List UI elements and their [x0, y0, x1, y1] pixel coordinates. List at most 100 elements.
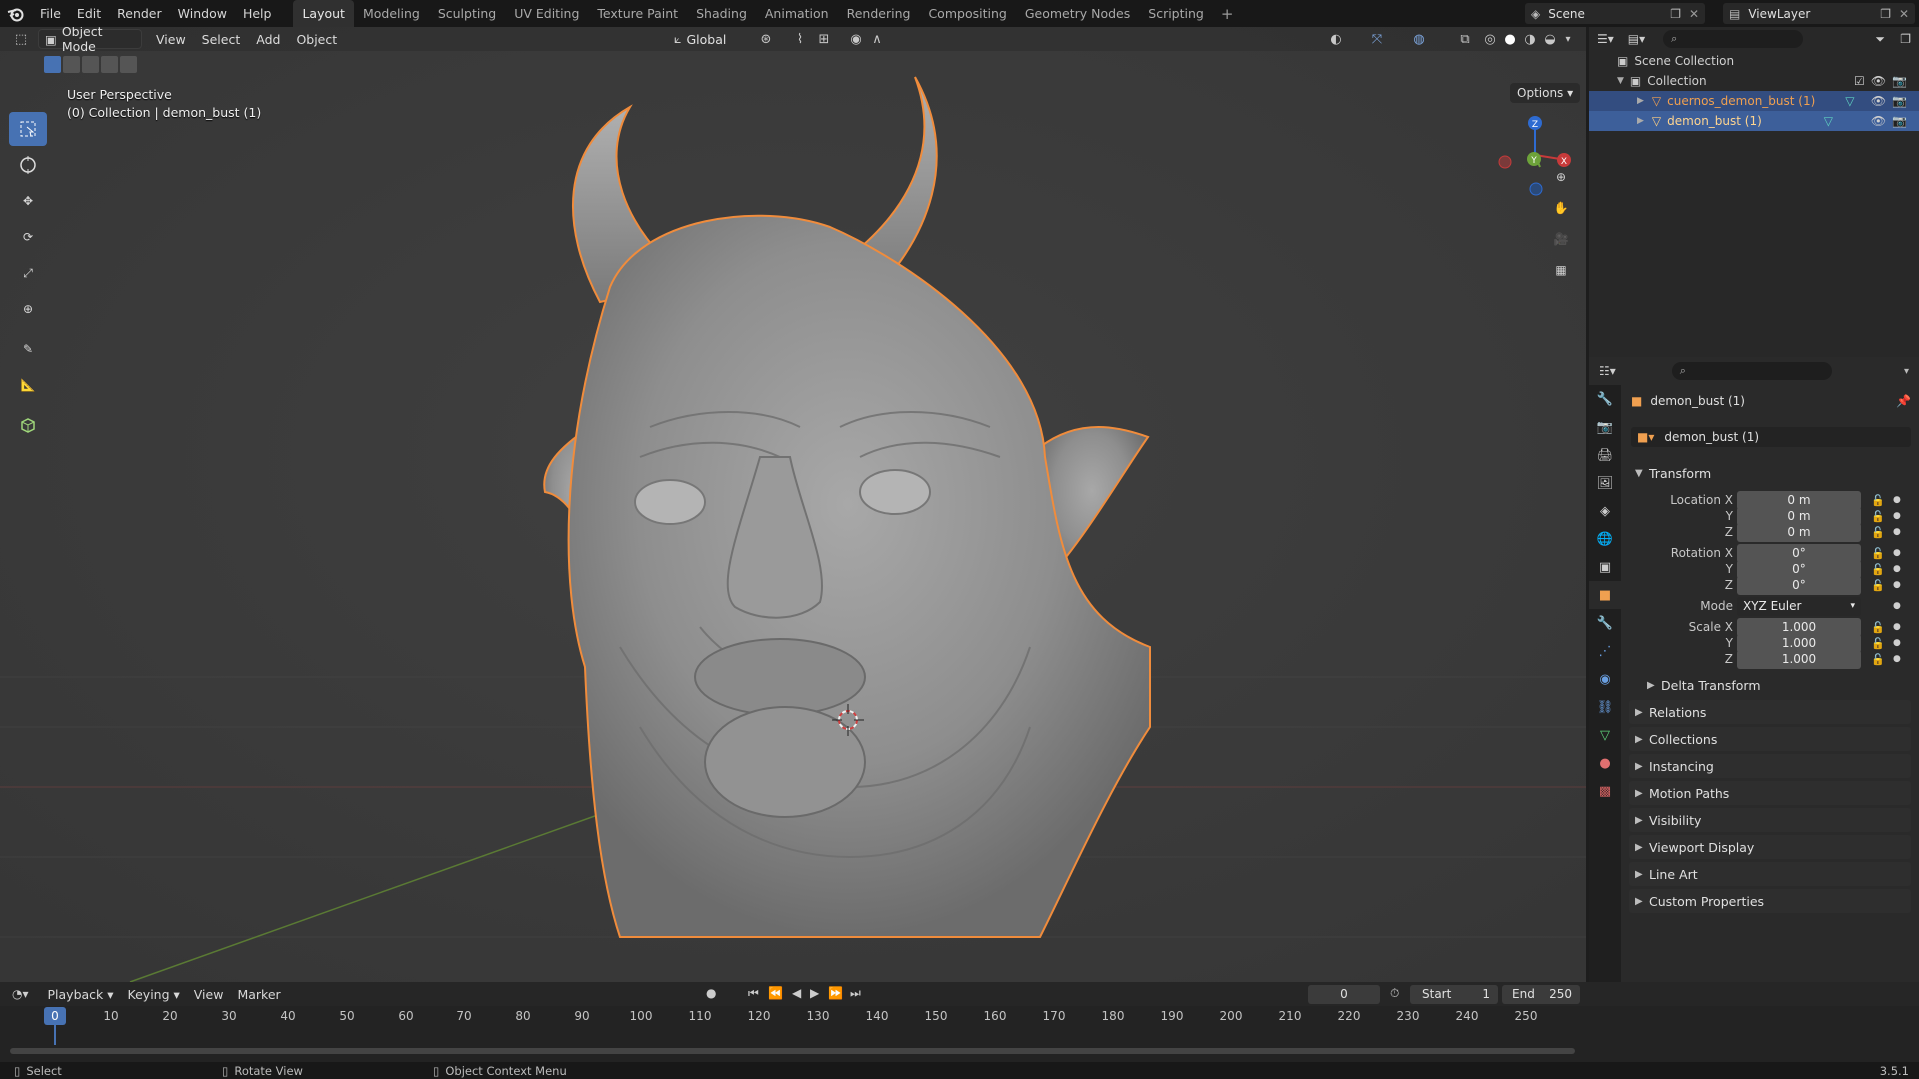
display-mode-icon[interactable]: ▤▾ — [1628, 32, 1645, 46]
cursor-tool-icon[interactable] — [9, 148, 47, 182]
blender-logo-icon[interactable] — [0, 0, 32, 27]
add-cube-tool-icon[interactable] — [9, 408, 47, 442]
add-workspace-icon[interactable]: + — [1213, 5, 1242, 23]
timeline-ruler[interactable]: 0 10 20 30 40 50 60 70 80 90 100 110 120… — [8, 1006, 1583, 1028]
particles-tab-icon[interactable]: ⋰ — [1589, 637, 1621, 665]
keyframe-dot-icon[interactable]: ● — [1893, 495, 1901, 505]
rotate-tool-icon[interactable]: ⟳ — [9, 220, 47, 254]
start-frame-field[interactable]: Start 1 — [1410, 985, 1498, 1004]
annotate-tool-icon[interactable]: ✎ — [9, 332, 47, 366]
render-tab-icon[interactable]: 📷 — [1589, 413, 1621, 441]
lock-icon[interactable]: 🔓 — [1871, 510, 1885, 523]
material-tab-icon[interactable]: ● — [1589, 749, 1621, 777]
keyframe-dot-icon[interactable]: ● — [1893, 527, 1901, 537]
keyframe-dot-icon[interactable]: ● — [1893, 580, 1901, 590]
lock-icon[interactable]: 🔓 — [1871, 526, 1885, 539]
keyframe-dot-icon[interactable]: ● — [1893, 654, 1901, 664]
record-icon[interactable]: ● — [706, 986, 716, 1000]
object-datablock-icon[interactable]: ■▾ — [1637, 430, 1654, 444]
outliner-collection[interactable]: ▼ ▣ Collection ☑ 👁 📷 — [1589, 71, 1919, 91]
select-box-tool-icon[interactable] — [9, 112, 47, 146]
scale-tool-icon[interactable]: ⤢ — [9, 256, 47, 290]
play-reverse-icon[interactable]: ◀ — [792, 986, 801, 1000]
keyframe-dot-icon[interactable]: ● — [1893, 601, 1901, 611]
next-keyframe-icon[interactable]: ⏩ — [828, 986, 843, 1000]
collection-tab-icon[interactable]: ▣ — [1589, 553, 1621, 581]
tab-rendering[interactable]: Rendering — [838, 0, 920, 27]
camera-icon[interactable]: 📷 — [1892, 74, 1907, 88]
move-tool-icon[interactable]: ✥ — [9, 184, 47, 218]
object-menu[interactable]: Object — [288, 32, 345, 47]
object-datablock-field[interactable]: ■▾ demon_bust (1) — [1631, 427, 1911, 447]
falloff-icon[interactable]: ∧ — [866, 29, 888, 49]
view-menu[interactable]: View — [148, 32, 194, 47]
texture-tab-icon[interactable]: ▩ — [1589, 777, 1621, 805]
tab-animation[interactable]: Animation — [756, 0, 838, 27]
relations-panel[interactable]: ▶ Relations — [1629, 700, 1911, 724]
rotation-mode-select[interactable]: XYZ Euler ▾ — [1737, 596, 1861, 616]
menu-window[interactable]: Window — [170, 0, 235, 27]
keyframe-dot-icon[interactable]: ● — [1893, 564, 1901, 574]
delta-transform-panel[interactable]: ▶ Delta Transform — [1641, 673, 1911, 697]
add-menu[interactable]: Add — [248, 32, 288, 47]
select-subtract-icon[interactable] — [82, 56, 99, 73]
keyframe-dot-icon[interactable]: ● — [1893, 548, 1901, 558]
keyframe-dot-icon[interactable]: ● — [1893, 511, 1901, 521]
transform-tool-icon[interactable]: ⊕ — [9, 292, 47, 326]
lock-icon[interactable]: 🔓 — [1871, 494, 1885, 507]
instancing-panel[interactable]: ▶ Instancing — [1629, 754, 1911, 778]
marker-menu[interactable]: Marker — [230, 987, 287, 1002]
visibility-icon[interactable]: ◐ — [1325, 29, 1347, 49]
preview-range-icon[interactable]: ⏱ — [1390, 986, 1399, 1001]
timeline-editor-icon[interactable]: ◔▾ — [12, 987, 29, 1001]
measure-tool-icon[interactable]: 📐 — [9, 368, 47, 402]
mode-selector[interactable]: ▣ Object Mode — [38, 27, 142, 54]
select-intersect-icon[interactable] — [120, 56, 137, 73]
view-layer-selector[interactable]: ▤ ViewLayer ❐ ✕ — [1723, 3, 1915, 24]
lock-icon[interactable]: 🔓 — [1871, 621, 1885, 634]
world-tab-icon[interactable]: 🌐 — [1589, 525, 1621, 553]
transform-orientation-selector[interactable]: ⟀ Global — [668, 29, 746, 49]
keying-menu[interactable]: Keying ▾ — [121, 987, 187, 1002]
tab-modeling[interactable]: Modeling — [354, 0, 429, 27]
delete-scene-icon[interactable]: ✕ — [1689, 7, 1699, 21]
lock-icon[interactable]: 🔓 — [1871, 547, 1885, 560]
tab-scripting[interactable]: Scripting — [1139, 0, 1213, 27]
eye-icon[interactable]: 👁 — [1871, 114, 1886, 128]
modifier-tab-icon[interactable]: 🔧 — [1589, 609, 1621, 637]
output-tab-icon[interactable]: 🖨 — [1589, 441, 1621, 469]
play-icon[interactable]: ▶ — [810, 986, 819, 1000]
visibility-panel[interactable]: ▶ Visibility — [1629, 808, 1911, 832]
current-frame-field[interactable]: 0 — [1308, 985, 1380, 1004]
camera-icon[interactable]: 📷 — [1892, 94, 1907, 108]
3d-viewport[interactable]: ⬚ ▣ Object Mode View Select Add Object ⟀… — [0, 27, 1586, 982]
wireframe-shading-icon[interactable]: ◎ — [1479, 29, 1501, 49]
new-view-layer-icon[interactable]: ❐ — [1880, 7, 1891, 21]
prev-keyframe-icon[interactable]: ⏪ — [768, 986, 783, 1000]
properties-editor-icon[interactable]: ☷▾ — [1599, 364, 1616, 378]
editor-type-icon[interactable]: ⬚ — [10, 29, 32, 49]
shading-options-icon[interactable]: ▾ — [1557, 29, 1579, 49]
custom-properties-panel[interactable]: ▶ Custom Properties — [1629, 889, 1911, 913]
tab-texture-paint[interactable]: Texture Paint — [588, 0, 687, 27]
rotation-z-field[interactable]: 0° — [1737, 575, 1861, 595]
outliner-scene-collection[interactable]: ▣ Scene Collection — [1589, 51, 1919, 71]
eye-icon[interactable]: 👁 — [1871, 74, 1886, 88]
camera-icon[interactable]: 📷 — [1892, 114, 1907, 128]
pivot-point-icon[interactable]: ⊛ — [755, 29, 777, 49]
outliner-item-cuernos[interactable]: ▶ ▽ cuernos_demon_bust (1) ▽ 👁 📷 — [1589, 91, 1919, 111]
menu-file[interactable]: File — [32, 0, 69, 27]
outliner-editor-icon[interactable]: ☰▾ — [1597, 32, 1614, 46]
viewport-display-panel[interactable]: ▶ Viewport Display — [1629, 835, 1911, 859]
menu-edit[interactable]: Edit — [69, 0, 109, 27]
snap-target-icon[interactable]: ⊞ — [813, 29, 835, 49]
lock-icon[interactable]: 🔓 — [1871, 563, 1885, 576]
transform-panel-header[interactable]: ▼ Transform — [1629, 461, 1911, 485]
pin-icon[interactable]: 📌 — [1896, 394, 1911, 408]
scale-z-field[interactable]: 1.000 — [1737, 649, 1861, 669]
tab-layout[interactable]: Layout — [293, 0, 354, 27]
timeline-scrollbar[interactable] — [10, 1048, 1575, 1054]
physics-tab-icon[interactable]: ◉ — [1589, 665, 1621, 693]
material-shading-icon[interactable]: ◑ — [1519, 29, 1541, 49]
lock-icon[interactable]: 🔓 — [1871, 637, 1885, 650]
